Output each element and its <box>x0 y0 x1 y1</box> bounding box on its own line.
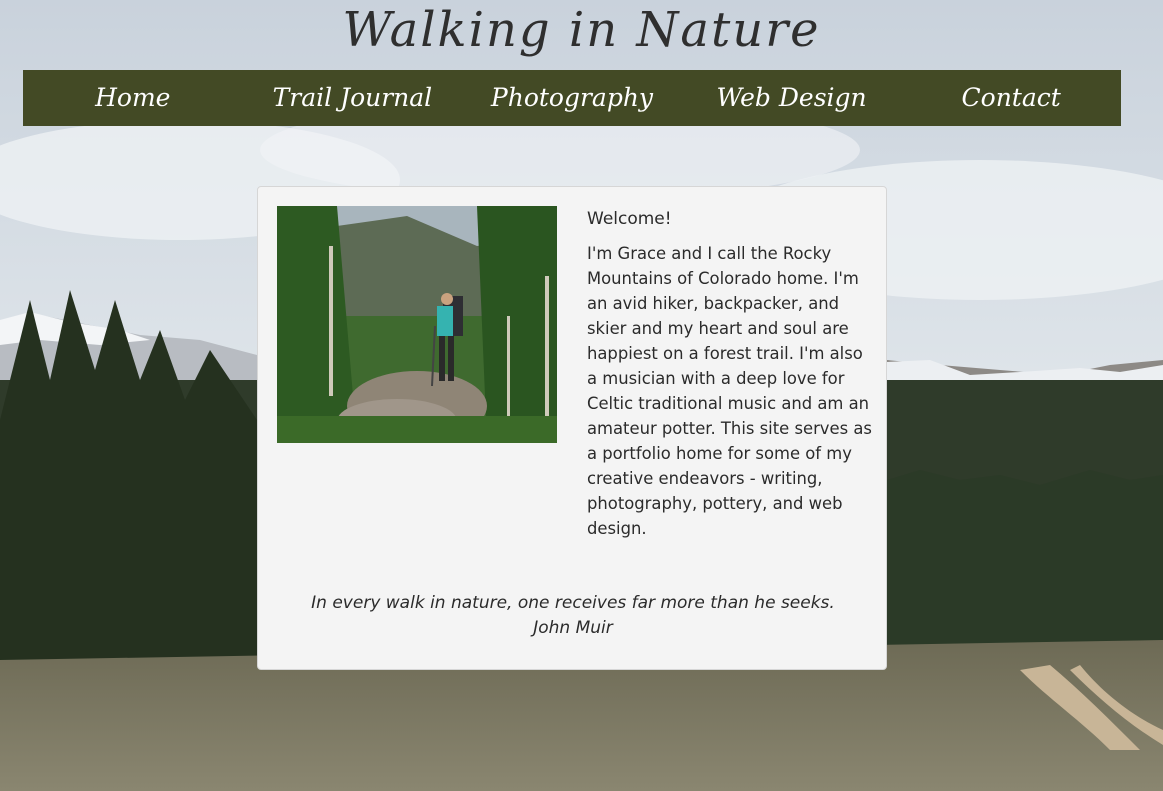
main-navigation: Home Trail Journal Photography Web Desig… <box>23 70 1121 126</box>
welcome-heading: Welcome! <box>587 209 672 229</box>
nav-item-photography[interactable]: Photography <box>462 70 682 126</box>
hiker-photo <box>277 206 557 443</box>
quote-text: In every walk in nature, one receives fa… <box>311 593 835 613</box>
quote-block: In every walk in nature, one receives fa… <box>258 591 888 641</box>
nav-item-web-design[interactable]: Web Design <box>682 70 902 126</box>
nav-item-contact[interactable]: Contact <box>901 70 1121 126</box>
quote-author: John Muir <box>533 618 613 638</box>
nav-item-trail-journal[interactable]: Trail Journal <box>243 70 463 126</box>
nav-item-home[interactable]: Home <box>23 70 243 126</box>
intro-text-column: Welcome! I'm Grace and I call the Rocky … <box>587 207 872 541</box>
intro-card: Welcome! I'm Grace and I call the Rocky … <box>257 186 887 670</box>
site-title: Walking in Nature <box>342 2 821 58</box>
intro-paragraph: I'm Grace and I call the Rocky Mountains… <box>587 244 872 538</box>
